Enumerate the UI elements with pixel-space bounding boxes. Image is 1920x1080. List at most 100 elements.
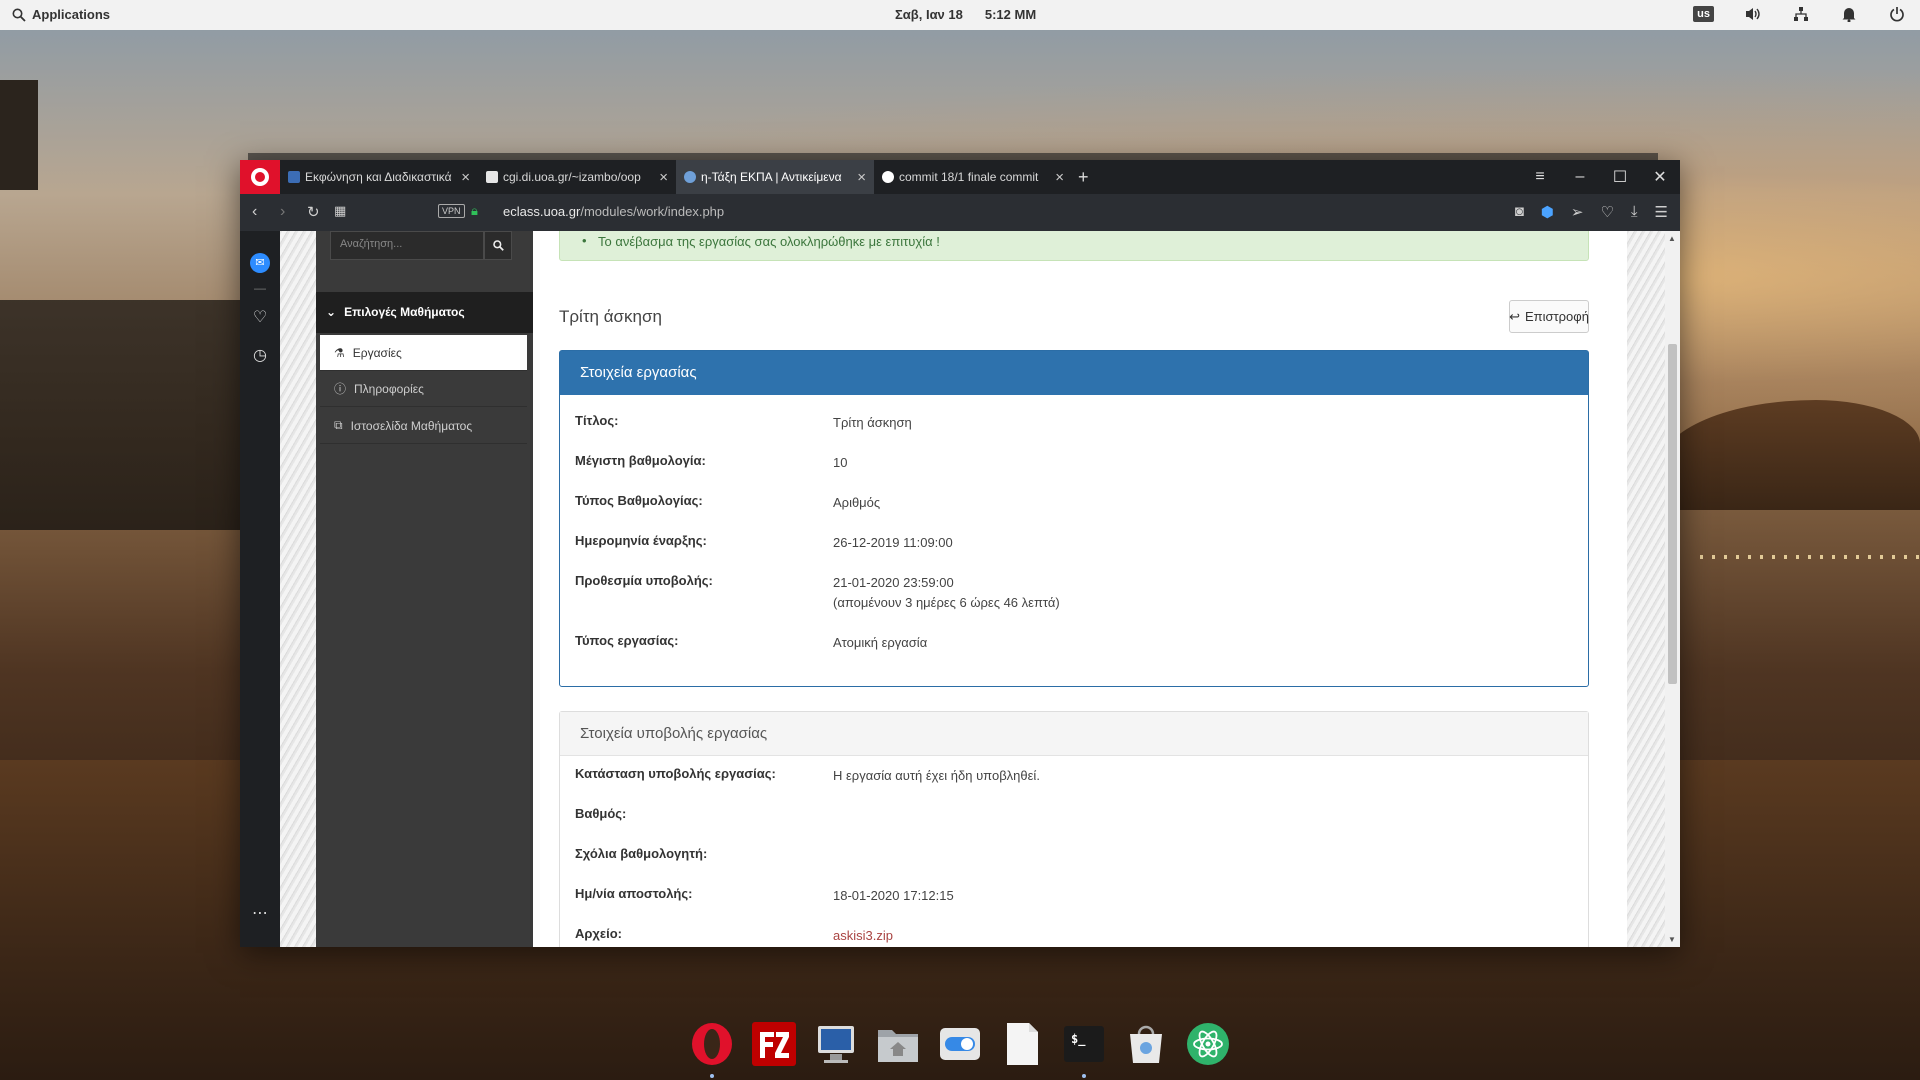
tab-title: Εκφώνηση και Διαδικαστικά xyxy=(305,170,452,184)
maximize-button[interactable]: ☐ xyxy=(1600,167,1640,187)
new-tab-button[interactable]: + xyxy=(1078,167,1089,188)
close-icon[interactable]: × xyxy=(1055,169,1064,186)
filezilla-icon[interactable] xyxy=(750,1020,798,1068)
course-options-header[interactable]: ⌄ Επιλογές Μαθήματος xyxy=(316,292,533,333)
info-icon: ⓘ xyxy=(334,382,347,396)
home-folder-icon[interactable] xyxy=(874,1020,922,1068)
minimize-button[interactable]: – xyxy=(1560,168,1600,186)
search-button[interactable] xyxy=(484,231,512,260)
applications-menu[interactable]: Applications xyxy=(12,7,110,22)
close-icon[interactable]: × xyxy=(659,169,668,186)
messenger-icon[interactable]: ✉ xyxy=(250,253,270,273)
tab-menu-icon[interactable]: ≡ xyxy=(1520,168,1560,186)
close-icon[interactable]: × xyxy=(461,169,470,186)
url-path: /modules/work/index.php xyxy=(580,204,725,219)
detail-value: 10 xyxy=(833,455,848,470)
terminal-prompt-glyph: $_ xyxy=(1071,1032,1086,1046)
back-icon[interactable]: ‹ xyxy=(252,203,257,221)
notifications-bell-icon[interactable] xyxy=(1840,5,1858,23)
easy-setup-icon[interactable]: ☰ xyxy=(1655,203,1668,221)
github-icon xyxy=(882,171,894,183)
panel-heading: Στοιχεία εργασίας xyxy=(560,351,1588,395)
close-icon[interactable]: × xyxy=(857,169,866,186)
volume-icon[interactable] xyxy=(1744,5,1762,23)
tab-ekfonisi[interactable]: Εκφώνηση και Διαδικαστικά × xyxy=(280,160,478,194)
keyboard-layout-indicator[interactable]: us xyxy=(1693,6,1714,22)
heart-icon[interactable]: ♡ xyxy=(1600,203,1613,221)
nav-item-label: Εργασίες xyxy=(352,345,402,360)
scroll-up-arrow-icon[interactable]: ▲ xyxy=(1668,234,1676,243)
course-options-title: Επιλογές Μαθήματος xyxy=(344,305,465,319)
text-file-icon[interactable] xyxy=(998,1020,1046,1068)
file-download-link[interactable]: askisi3.zip xyxy=(833,926,893,946)
search-input[interactable]: Αναζήτηση... xyxy=(330,231,484,260)
opera-menu-button[interactable] xyxy=(240,160,280,194)
submission-label: Κατάσταση υποβολής εργασίας: xyxy=(575,766,776,781)
lock-icon[interactable]: 🔒︎ xyxy=(471,203,478,219)
clock[interactable]: Σαβ, Ιαν 18 5:12 ΜΜ xyxy=(895,7,1036,22)
adblock-shield-icon[interactable]: ⬢ xyxy=(1541,203,1554,221)
submission-details-panel: Στοιχεία υποβολής εργασίας Κατάσταση υπο… xyxy=(559,711,1589,947)
url-field[interactable]: eclass.uoa.gr/modules/work/index.php xyxy=(503,204,724,219)
running-indicator xyxy=(1082,1074,1086,1078)
assignment-details-panel: Στοιχεία εργασίας Τίτλος: Τρίτη άσκηση Μ… xyxy=(559,350,1589,687)
external-link-icon: ⧉ xyxy=(334,418,343,432)
nav-item-assignments[interactable]: ⚗ Εργασίες xyxy=(320,335,527,371)
history-clock-icon[interactable]: ◷ xyxy=(250,345,270,365)
detail-label: Τύπος εργασίας: xyxy=(575,633,679,648)
back-button[interactable]: ↩ Επιστροφή xyxy=(1509,300,1589,333)
heart-icon[interactable]: ♡ xyxy=(250,307,270,327)
eclass-icon xyxy=(684,171,696,183)
chevron-down-icon: ⌄ xyxy=(326,305,337,319)
monitor-icon[interactable] xyxy=(812,1020,860,1068)
detail-value: Ατομική εργασία xyxy=(833,635,928,650)
send-icon[interactable]: ➢ xyxy=(1571,203,1584,221)
wallpaper-buildings xyxy=(0,300,240,530)
clock-time: 5:12 ΜΜ xyxy=(984,7,1037,22)
reply-arrow-icon: ↩ xyxy=(1509,308,1520,324)
submission-value: 18-01-2020 17:12:15 xyxy=(833,888,954,903)
wallpaper-lights xyxy=(1700,555,1920,559)
panel-heading: Στοιχεία υποβολής εργασίας xyxy=(560,712,1588,756)
tab-cgi[interactable]: cgi.di.uoa.gr/~izambo/oop × xyxy=(478,160,676,194)
power-icon[interactable] xyxy=(1888,5,1906,23)
wallpaper-tower xyxy=(0,80,38,190)
toggle-settings-icon[interactable] xyxy=(936,1020,984,1068)
close-window-button[interactable]: ✕ xyxy=(1640,167,1680,187)
detail-value: Τρίτη άσκηση xyxy=(833,415,912,430)
nav-item-course-website[interactable]: ⧉ Ιστοσελίδα Μαθήματος xyxy=(320,408,527,444)
reload-icon[interactable]: ↻ xyxy=(307,203,320,221)
forward-icon[interactable]: › xyxy=(280,203,285,221)
download-icon[interactable]: ⤓ xyxy=(1631,203,1638,221)
submission-value: Η εργασία αυτή έχει ήδη υποβληθεί. xyxy=(833,768,1040,783)
speed-dial-icon[interactable]: ▦ xyxy=(334,203,346,219)
tab-eclass[interactable]: η-Τάξη ΕΚΠΑ | Αντικείμενα × xyxy=(676,160,874,194)
tab-title: cgi.di.uoa.gr/~izambo/oop xyxy=(503,170,641,184)
address-bar: ‹ › ↻ ▦ VPN 🔒︎ eclass.uoa.gr/modules/wor… xyxy=(240,194,1680,231)
page-background-pattern xyxy=(280,231,316,947)
terminal-icon[interactable]: $_ xyxy=(1060,1020,1108,1078)
network-icon[interactable] xyxy=(1792,5,1810,23)
atom-icon[interactable] xyxy=(1184,1020,1232,1068)
submission-label: Αρχείο: xyxy=(575,926,622,941)
nav-item-label: Ιστοσελίδα Μαθήματος xyxy=(350,418,473,433)
submission-label: Ημ/νία αποστολής: xyxy=(575,886,693,901)
more-options-icon[interactable]: ⋯ xyxy=(250,903,270,923)
opera-icon[interactable] xyxy=(688,1020,736,1078)
url-domain: eclass.uoa.gr xyxy=(503,204,581,219)
detail-label: Ημερομηνία έναρξης: xyxy=(575,533,707,548)
nav-item-info[interactable]: ⓘ Πληροφορίες xyxy=(320,371,527,407)
page-scrollbar[interactable]: ▲ ▼ xyxy=(1665,231,1680,947)
success-alert: Το ανέβασμα της εργασίας σας ολοκληρώθηκ… xyxy=(559,231,1589,261)
tab-github[interactable]: commit 18/1 finale commit × xyxy=(874,160,1072,194)
scroll-down-arrow-icon[interactable]: ▼ xyxy=(1668,935,1676,944)
submission-label: Σχόλια βαθμολογητή: xyxy=(575,846,708,861)
page-title: Τρίτη άσκηση xyxy=(559,307,662,326)
vpn-badge[interactable]: VPN xyxy=(438,204,465,218)
appcenter-icon[interactable] xyxy=(1122,1020,1170,1068)
remaining-time: (απομένουν 3 ημέρες 6 ώρες 46 λεπτά) xyxy=(833,595,1060,610)
camera-icon[interactable]: ◙ xyxy=(1515,203,1524,221)
scroll-thumb[interactable] xyxy=(1668,344,1677,684)
system-top-bar: Applications Σαβ, Ιαν 18 5:12 ΜΜ us xyxy=(0,0,1920,30)
detail-label: Τύπος Βαθμολογίας: xyxy=(575,493,703,508)
